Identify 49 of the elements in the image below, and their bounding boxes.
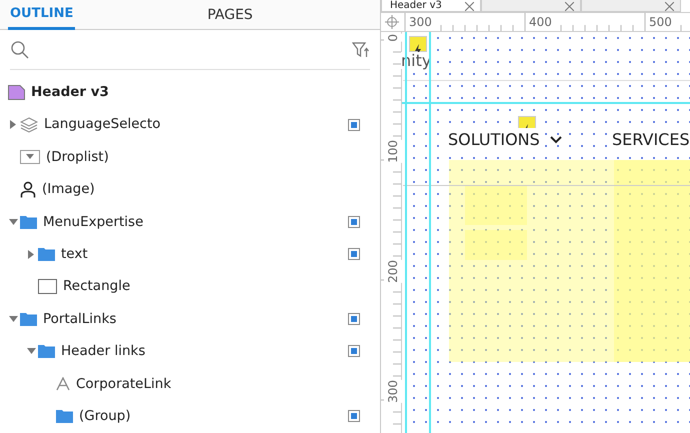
panel-tab[interactable]: PAGES <box>207 0 253 30</box>
visibility-checkbox[interactable] <box>348 118 360 131</box>
visibility-checkbox[interactable] <box>348 345 360 358</box>
expanded-caret-icon[interactable] <box>8 218 18 225</box>
collapsed-caret-icon[interactable] <box>10 120 16 130</box>
close-icon[interactable] <box>565 2 574 11</box>
ruler-label: 0 <box>384 34 402 42</box>
expanded-caret-icon[interactable] <box>26 348 36 354</box>
visibility-checkbox[interactable] <box>348 410 360 422</box>
crosshair-icon[interactable] <box>385 15 399 29</box>
document-tab[interactable]: Header v3 <box>381 0 481 12</box>
folder-icon <box>20 312 37 326</box>
document-tab[interactable] <box>581 0 681 12</box>
person-icon <box>20 180 36 198</box>
layer-name[interactable]: MenuExpertise <box>43 212 144 232</box>
layer-name[interactable]: LanguageSelecto <box>44 114 161 135</box>
document-tab[interactable] <box>481 0 581 12</box>
layer-name[interactable]: (Image) <box>42 179 95 200</box>
close-icon[interactable] <box>465 2 474 11</box>
layer-name[interactable]: PortalLinks <box>43 308 116 330</box>
layer-name[interactable]: (Droplist) <box>46 146 109 168</box>
panel-tab[interactable]: OUTLINE <box>8 0 76 30</box>
dropdown-icon <box>20 150 40 164</box>
ruler-label: 100 <box>384 140 402 163</box>
collapsed-caret-icon[interactable] <box>28 250 34 259</box>
folder-icon <box>56 409 73 424</box>
layer-name[interactable]: text <box>61 244 88 264</box>
rectangle-icon <box>38 279 57 294</box>
visibility-checkbox[interactable] <box>348 312 360 325</box>
close-icon[interactable] <box>665 2 674 11</box>
layer-name[interactable]: Rectangle <box>63 276 130 297</box>
letter-icon <box>56 376 70 391</box>
filter-icon[interactable] <box>352 42 370 58</box>
page-icon <box>8 84 25 100</box>
folder-icon <box>38 344 55 358</box>
layer-name[interactable]: Header links <box>61 341 146 362</box>
outline-title[interactable]: Header v3 <box>31 82 109 102</box>
layer-name[interactable]: (Group) <box>79 406 131 426</box>
lightning-icon[interactable] <box>409 36 427 52</box>
visibility-checkbox[interactable] <box>348 216 360 228</box>
ruler-label: 200 <box>384 260 402 283</box>
ruler-label: 300 <box>384 380 402 403</box>
layers-icon <box>20 116 38 133</box>
folder-icon <box>38 247 55 262</box>
folder-icon <box>20 214 37 229</box>
search-icon[interactable] <box>10 40 30 60</box>
expanded-caret-icon[interactable] <box>8 316 18 322</box>
layer-name[interactable]: CorporateLink <box>76 374 172 394</box>
visibility-checkbox[interactable] <box>348 248 360 260</box>
